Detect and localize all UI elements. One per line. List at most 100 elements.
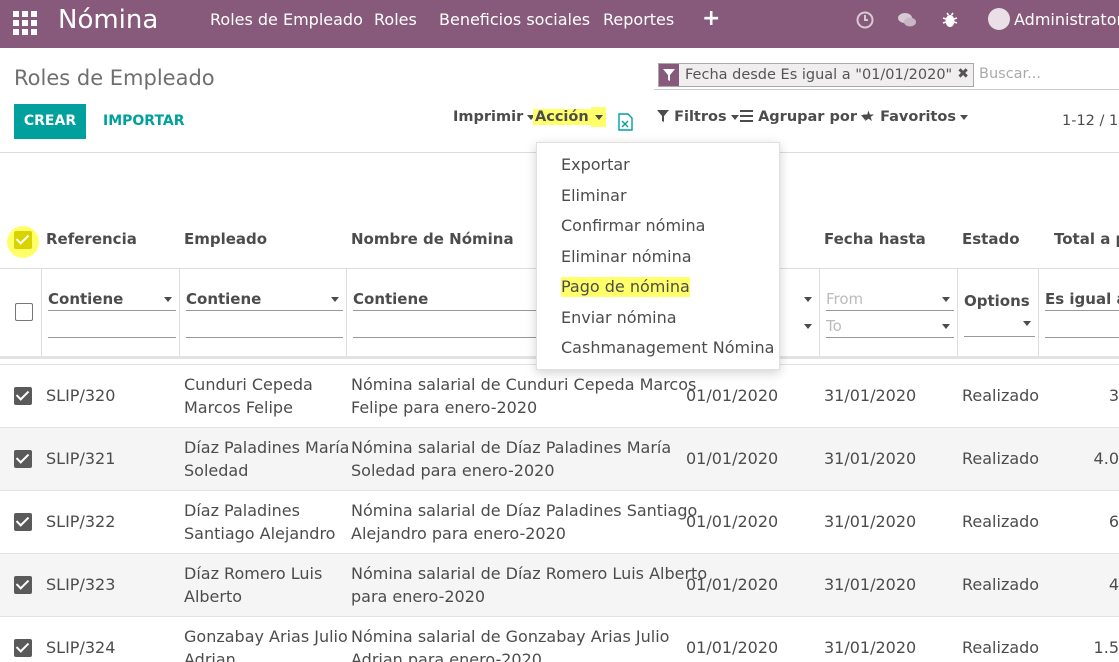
table-row[interactable]: SLIP/324 Gonzabay Arias Julio Adrian Nómi… (0, 616, 1119, 662)
fecha-hasta-to-select[interactable]: To (826, 316, 954, 338)
search-input[interactable]: Buscar... (979, 66, 1041, 82)
cell-estado: Realizado (962, 512, 1040, 531)
cell-estado: Realizado (962, 638, 1040, 657)
select-value: To (826, 317, 842, 335)
filters-dropdown[interactable]: Filtros (657, 108, 739, 126)
empleado-filter-input[interactable] (186, 318, 343, 338)
menu-roles[interactable]: Roles (374, 10, 417, 30)
cell-nombre: Nómina salarial de Díaz Paladines Santia… (351, 499, 697, 545)
cell-fecha-desde: 01/01/2020 (686, 575, 779, 594)
select-all-checkbox[interactable] (14, 231, 32, 249)
table-row[interactable]: SLIP/322 Díaz Paladines Santiago Alejandr… (0, 490, 1119, 553)
bug-icon[interactable] (940, 10, 960, 30)
menu-item-cashmanagement-nomina[interactable]: Cashmanagement Nómina (561, 338, 774, 358)
plus-icon[interactable]: + (702, 7, 720, 31)
chevron-down-icon (942, 324, 950, 329)
nombre-line: Nómina salarial de Díaz Paladines María (351, 438, 672, 457)
create-button[interactable]: CREAR (14, 104, 86, 139)
cell-fecha-hasta: 31/01/2020 (824, 386, 917, 405)
groupby-label: Agrupar por (758, 109, 857, 125)
menu-item-enviar-nomina[interactable]: Enviar nómina (561, 308, 677, 328)
nombre-line: Soledad para enero-2020 (351, 461, 555, 480)
cell-total: 4.0 (1093, 449, 1119, 468)
menu-item-eliminar-nomina[interactable]: Eliminar nómina (561, 247, 692, 267)
action-dropdown[interactable]: Acción (533, 107, 606, 127)
filter-row-checkbox[interactable] (15, 303, 33, 321)
page-title: Roles de Empleado (14, 66, 215, 90)
search-bar[interactable]: Fecha desde Es igual a "01/01/2020" ✖ Bu… (654, 60, 1119, 90)
menu-item-exportar[interactable]: Exportar (561, 155, 630, 175)
select-value: Contiene (48, 290, 124, 308)
empleado-line: Díaz Paladines María (184, 438, 350, 457)
menu-roles-de-empleado[interactable]: Roles de Empleado (210, 10, 363, 30)
cell-empleado: Díaz Paladines María Soledad (184, 436, 349, 482)
cell-fecha-hasta: 31/01/2020 (824, 575, 917, 594)
apps-grid-icon[interactable] (13, 11, 37, 35)
action-label: Acción (533, 109, 591, 125)
referencia-operator-select[interactable]: Contiene (48, 289, 176, 311)
clock-icon[interactable] (855, 10, 875, 30)
groupby-dropdown[interactable]: Agrupar por (740, 108, 869, 126)
print-dropdown[interactable]: Imprimir (453, 108, 536, 126)
chevron-down-icon (331, 297, 339, 302)
empleado-line: Gonzabay Arias Julio (184, 627, 348, 646)
table-row[interactable]: SLIP/321 Díaz Paladines María Soledad Nóm… (0, 427, 1119, 490)
avatar[interactable] (988, 8, 1010, 30)
export-xlsx-icon[interactable] (618, 113, 633, 131)
action-menu: Exportar Eliminar Confirmar nómina Elimi… (536, 142, 780, 370)
print-label: Imprimir (453, 109, 524, 125)
cell-nombre: Nómina salarial de Cunduri Cepeda Marcos… (351, 373, 696, 419)
menu-item-confirmar-nomina[interactable]: Confirmar nómina (561, 216, 705, 236)
cell-nombre: Nómina salarial de Díaz Paladines María S… (351, 436, 671, 482)
row-checkbox[interactable] (14, 387, 32, 405)
cell-referencia: SLIP/324 (46, 638, 116, 657)
filter-icon (657, 110, 669, 122)
column-header-nombre-nomina[interactable]: Nombre de Nómina (351, 230, 514, 248)
chevron-down-icon (1023, 321, 1031, 326)
column-header-fecha-hasta[interactable]: Fecha hasta (824, 230, 926, 248)
menu-item-pago-de-nomina[interactable]: Pago de nómina (561, 277, 690, 297)
chat-icon[interactable] (897, 10, 917, 30)
import-button[interactable]: IMPORTAR (103, 104, 185, 139)
row-checkbox[interactable] (14, 450, 32, 468)
column-header-referencia[interactable]: Referencia (46, 230, 137, 248)
filter-icon (659, 64, 679, 86)
nombre-line: Felipe para enero-2020 (351, 398, 538, 417)
row-checkbox[interactable] (14, 576, 32, 594)
chevron-down-icon (164, 297, 172, 302)
close-icon[interactable]: ✖ (957, 66, 969, 82)
filter-cell-estado: Options (957, 269, 1038, 357)
referencia-filter-input[interactable] (48, 318, 176, 338)
total-operator-select[interactable]: Es igual a (1045, 289, 1119, 311)
filter-cell-empleado: Contiene (179, 269, 346, 357)
column-header-empleado[interactable]: Empleado (184, 230, 267, 248)
search-facet[interactable]: Fecha desde Es igual a "01/01/2020" ✖ (658, 63, 974, 87)
row-checkbox[interactable] (14, 639, 32, 657)
menu-item-eliminar[interactable]: Eliminar (561, 186, 627, 206)
nombre-line: Adrian para enero-2020 (351, 650, 542, 662)
empleado-line: Díaz Paladines (184, 501, 300, 520)
row-checkbox[interactable] (14, 513, 32, 531)
favorites-dropdown[interactable]: ★ Favoritos (862, 108, 968, 126)
filter-cell-total: Es igual a (1038, 269, 1119, 357)
menu-reportes[interactable]: Reportes (603, 10, 674, 30)
app-title[interactable]: Nómina (58, 3, 158, 37)
fecha-hasta-from-select[interactable]: From (826, 289, 954, 311)
table-row[interactable]: SLIP/323 Díaz Romero Luis Alberto Nómina … (0, 553, 1119, 616)
estado-options-select[interactable]: Options (964, 291, 1035, 337)
cell-nombre: Nómina salarial de Gonzabay Arias Julio A… (351, 625, 669, 662)
pager-value[interactable]: 1-12 / 1 (1062, 113, 1118, 129)
column-header-estado[interactable]: Estado (962, 230, 1020, 248)
cell-empleado: Cunduri Cepeda Marcos Felipe (184, 373, 313, 419)
nombre-line: Nómina salarial de Díaz Paladines Santia… (351, 501, 698, 520)
favorites-label: Favoritos (880, 109, 956, 125)
empleado-line: Adrian (184, 650, 236, 662)
table-row[interactable]: SLIP/320 Cunduri Cepeda Marcos Felipe Nóm… (0, 364, 1119, 427)
user-name[interactable]: Administrator (1014, 10, 1119, 30)
total-filter-input[interactable] (1045, 318, 1119, 338)
menu-beneficios-sociales[interactable]: Beneficios sociales (439, 10, 590, 30)
empleado-line: Marcos Felipe (184, 398, 293, 417)
empleado-line: Santiago Alejandro (184, 524, 336, 543)
column-header-total[interactable]: Total a pa (1054, 230, 1119, 248)
empleado-operator-select[interactable]: Contiene (186, 289, 343, 311)
